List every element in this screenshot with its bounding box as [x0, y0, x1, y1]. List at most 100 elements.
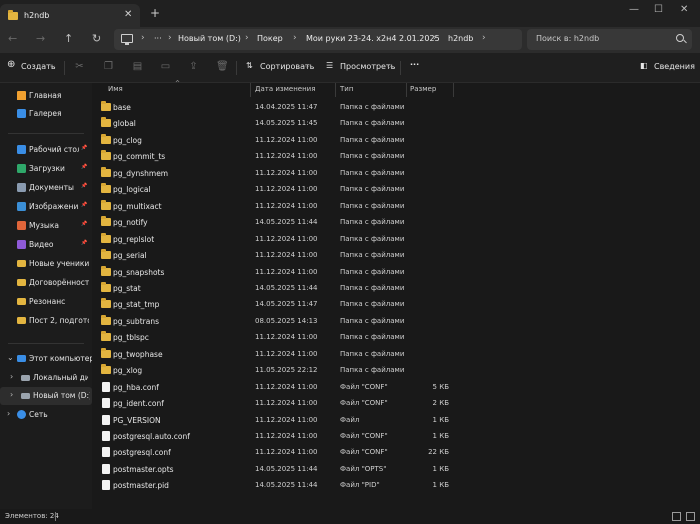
table-row[interactable]: pg_ident.conf 11.12.2024 11:00 Файл "CONF"…: [92, 395, 462, 412]
table-row[interactable]: pg_multixact 11.12.2024 11:00 Папка с файл…: [92, 198, 462, 215]
breadcrumb-poker[interactable]: Покер: [257, 34, 283, 43]
table-row[interactable]: pg_hba.conf 11.12.2024 11:00 Файл "CONF" 5 …: [92, 379, 462, 396]
chevron-down-icon[interactable]: ⌄: [7, 353, 14, 362]
sidebar-item-this-pc[interactable]: ⌄ Этот компьютер: [0, 350, 92, 368]
breadcrumb-overflow[interactable]: ···: [154, 34, 162, 43]
column-divider[interactable]: [453, 83, 454, 97]
column-divider[interactable]: [250, 83, 251, 97]
tab-title: h2ndb: [24, 11, 50, 20]
cut-icon[interactable]: ✂: [74, 61, 85, 72]
file-date: 14.05.2025 11:44: [255, 464, 318, 473]
file-name: pg_stat: [113, 283, 141, 293]
forward-button[interactable]: →: [36, 32, 45, 46]
breadcrumb-hands[interactable]: Мои руки 23-24. х2н4 2.01.2025: [306, 34, 440, 43]
table-row[interactable]: pg_xlog 11.05.2025 22:12 Папка с файлами: [92, 362, 462, 379]
folder-icon: [101, 298, 111, 309]
table-row[interactable]: pg_stat 14.05.2025 11:44 Папка с файлами: [92, 280, 462, 297]
breadcrumb-drive[interactable]: Новый том (D:): [178, 34, 241, 43]
refresh-button[interactable]: ↻: [92, 32, 101, 46]
file-date: 14.05.2025 11:44: [255, 283, 318, 292]
rename-icon[interactable]: ▭: [160, 61, 171, 72]
address-bar[interactable]: › ··· › Новый том (D:) › Покер › Мои рук…: [114, 29, 522, 50]
minimize-button[interactable]: —: [629, 4, 639, 15]
sidebar-item-quick-6[interactable]: Новые ученики: [0, 255, 92, 273]
folder-icon: [17, 260, 26, 267]
file-name: postmaster.pid: [113, 481, 169, 491]
sidebar-item-quick-0[interactable]: Рабочий стол 📌: [0, 141, 92, 159]
file-type: Папка с файлами: [340, 333, 405, 342]
chevron-down-icon: ⌵: [305, 63, 310, 70]
back-button[interactable]: ←: [8, 32, 17, 46]
file-name: postgresql.conf: [113, 448, 171, 458]
new-tab-button[interactable]: +: [150, 7, 160, 19]
chevron-right-icon[interactable]: ›: [7, 409, 10, 418]
tab-h2ndb[interactable]: h2ndb ✕: [0, 4, 140, 27]
table-row[interactable]: PG_VERSION 11.12.2024 11:00 Файл 1 КБ: [92, 412, 462, 429]
file-date: 11.12.2024 11:00: [255, 251, 318, 260]
table-row[interactable]: pg_tblspc 11.12.2024 11:00 Папка с файлами: [92, 329, 462, 346]
sidebar-item-quick-7[interactable]: Договорённость с: [0, 274, 92, 292]
table-row[interactable]: pg_logical 11.12.2024 11:00 Папка с файлам…: [92, 181, 462, 198]
sidebar-item-home[interactable]: Главная: [0, 87, 92, 105]
sidebar-item-quick-1[interactable]: Загрузки 📌: [0, 160, 92, 178]
paste-icon[interactable]: ▤: [132, 61, 143, 72]
divider: [400, 61, 401, 75]
table-row[interactable]: pg_clog 11.12.2024 11:00 Папка с файлами: [92, 132, 462, 149]
up-button[interactable]: ↑: [64, 32, 73, 46]
delete-icon[interactable]: 🗑: [216, 61, 229, 72]
sidebar-item-label: Музыка: [29, 221, 59, 230]
sidebar-item-quick-9[interactable]: Пост 2, подготовка: [0, 312, 92, 330]
file-name: pg_hba.conf: [113, 382, 159, 392]
table-row[interactable]: pg_twophase 11.12.2024 11:00 Папка с файла…: [92, 346, 462, 363]
file-name: pg_multixact: [113, 201, 162, 211]
table-row[interactable]: pg_dynshmem 11.12.2024 11:00 Папка с файла…: [92, 165, 462, 182]
search-box[interactable]: Поиск в: h2ndb: [527, 29, 692, 50]
file-size: 5 КБ: [432, 382, 449, 391]
table-row[interactable]: pg_snapshots 11.12.2024 11:00 Папка с файл…: [92, 264, 462, 281]
file-type: Файл "CONF": [340, 432, 388, 440]
copy-icon[interactable]: ❐: [103, 61, 114, 72]
breadcrumb-h2ndb[interactable]: h2ndb: [448, 34, 473, 43]
folder-icon: [101, 133, 111, 144]
table-row[interactable]: postmaster.pid 14.05.2025 11:44 Файл "PID"…: [92, 477, 462, 494]
sidebar-item-quick-4[interactable]: Музыка 📌: [0, 217, 92, 235]
column-divider[interactable]: [406, 83, 407, 97]
column-divider[interactable]: [335, 83, 336, 97]
tiles-view-icon[interactable]: [686, 512, 695, 521]
table-row[interactable]: pg_replslot 11.12.2024 11:00 Папка с файла…: [92, 231, 462, 248]
table-row[interactable]: pg_stat_tmp 14.05.2025 11:47 Папка с файла…: [92, 296, 462, 313]
table-row[interactable]: pg_notify 14.05.2025 11:44 Папка с файлами: [92, 214, 462, 231]
sidebar-item-quick-3[interactable]: Изображения 📌: [0, 198, 92, 216]
table-row[interactable]: pg_commit_ts 11.12.2024 11:00 Папка с файл…: [92, 148, 462, 165]
details-view-icon[interactable]: [672, 512, 681, 521]
sidebar-item-quick-5[interactable]: Видео 📌: [0, 236, 92, 254]
table-row[interactable]: postmaster.opts 14.05.2025 11:44 Файл "OPT…: [92, 461, 462, 478]
maximize-button[interactable]: ☐: [654, 4, 663, 15]
sidebar-item-quick-8[interactable]: Резонанс: [0, 293, 92, 311]
sidebar-item-local-disk[interactable]: › Локальный диск: [0, 369, 92, 387]
tab-close-icon[interactable]: ✕: [124, 9, 132, 20]
details-button[interactable]: Сведения: [654, 62, 695, 71]
table-row[interactable]: pg_serial 11.12.2024 11:00 Папка с файлами: [92, 247, 462, 264]
table-row[interactable]: postgresql.auto.conf 11.12.2024 11:00 Файл…: [92, 428, 462, 445]
share-icon[interactable]: ⇪: [188, 61, 199, 72]
table-row[interactable]: postgresql.conf 11.12.2024 11:00 Файл "CON…: [92, 444, 462, 461]
sidebar-item-quick-2[interactable]: Документы 📌: [0, 179, 92, 197]
table-row[interactable]: base 14.04.2025 11:47 Папка с файлами: [92, 99, 462, 116]
chevron-right-icon[interactable]: ›: [10, 372, 13, 381]
chevron-right-icon: ›: [245, 33, 249, 43]
chevron-right-icon[interactable]: ›: [10, 390, 13, 399]
column-header-name[interactable]: Имя: [108, 85, 123, 93]
sidebar-item-label: Видео: [29, 240, 54, 249]
sidebar-item-new-volume[interactable]: › Новый том (D:): [0, 387, 92, 405]
column-header-type[interactable]: Тип: [340, 85, 353, 93]
sidebar-item-network[interactable]: › Сеть: [0, 406, 92, 424]
close-window-button[interactable]: ✕: [680, 4, 688, 15]
table-row[interactable]: pg_subtrans 08.05.2025 14:13 Папка с файла…: [92, 313, 462, 330]
table-row[interactable]: global 14.05.2025 11:45 Папка с файлами: [92, 115, 462, 132]
sidebar-item-gallery[interactable]: Галерея: [0, 105, 92, 123]
more-options-button[interactable]: ···: [410, 60, 419, 69]
file-type: Папка с файлами: [340, 218, 405, 227]
column-header-size[interactable]: Размер: [410, 85, 436, 93]
column-header-date[interactable]: Дата изменения: [255, 85, 315, 93]
